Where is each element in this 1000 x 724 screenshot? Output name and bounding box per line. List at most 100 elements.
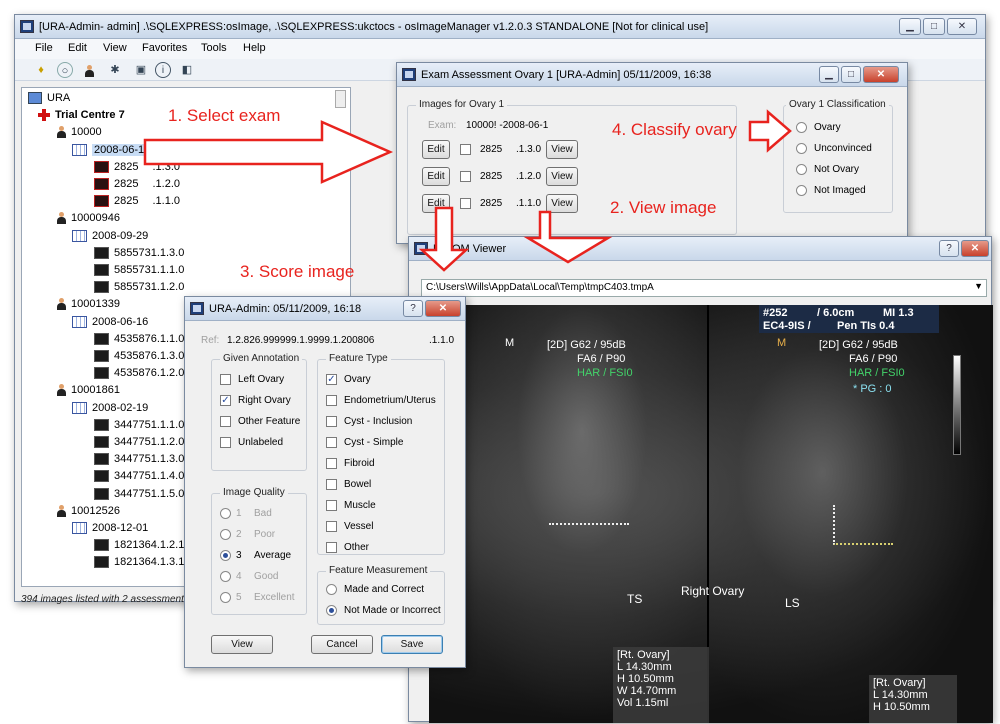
tree-scroll-thumb[interactable] bbox=[335, 90, 346, 108]
classification-radio[interactable] bbox=[796, 164, 807, 175]
image-quality-radio[interactable] bbox=[220, 550, 231, 561]
feature-type-checkbox[interactable] bbox=[326, 416, 337, 427]
menu-view[interactable]: View bbox=[103, 42, 127, 54]
classification-radio[interactable] bbox=[796, 185, 807, 196]
view-image-button[interactable]: View bbox=[546, 140, 578, 159]
lightbulb-icon[interactable]: ♦ bbox=[33, 62, 49, 78]
image-select-checkbox[interactable] bbox=[460, 144, 471, 155]
tree-image[interactable]: 4535876.1.3.0 bbox=[94, 348, 184, 364]
exam-title-bar[interactable]: Exam Assessment Ovary 1 [URA-Admin] 05/1… bbox=[397, 63, 907, 87]
dicom-close-button[interactable]: ✕ bbox=[961, 240, 989, 257]
label-ls: LS bbox=[785, 596, 800, 610]
classification-radio[interactable] bbox=[796, 143, 807, 154]
book-icon[interactable]: ◧ bbox=[179, 62, 195, 78]
main-title-bar[interactable]: [URA-Admin- admin] .\SQLEXPRESS:osImage,… bbox=[15, 15, 985, 39]
edit-button[interactable]: Edit bbox=[422, 194, 450, 213]
user-icon[interactable] bbox=[81, 62, 97, 78]
image-quality-radio[interactable] bbox=[220, 571, 231, 582]
view-button[interactable]: View bbox=[211, 635, 273, 654]
image-select-checkbox[interactable] bbox=[460, 198, 471, 209]
score-title-bar[interactable]: URA-Admin: 05/11/2009, 16:18 ? ✕ bbox=[185, 297, 465, 321]
tree-image[interactable]: 2825 .1.2.0 bbox=[94, 176, 180, 192]
given-annotation-checkbox[interactable] bbox=[220, 437, 231, 448]
exam-close-button[interactable]: ✕ bbox=[863, 66, 899, 83]
print-icon[interactable]: ▣ bbox=[133, 62, 149, 78]
tree-exam[interactable]: 2008-06-16 bbox=[72, 314, 148, 330]
feature-type-checkbox[interactable] bbox=[326, 437, 337, 448]
classification-radio[interactable] bbox=[796, 122, 807, 133]
tree-image[interactable]: 3447751.1.5.0 bbox=[94, 486, 184, 502]
menu-help[interactable]: Help bbox=[243, 42, 266, 54]
view-image-button[interactable]: View bbox=[546, 194, 578, 213]
exam-maximize-button[interactable]: □ bbox=[841, 66, 861, 83]
globe-icon[interactable]: ○ bbox=[57, 62, 73, 78]
tree-image[interactable]: 5855731.1.3.0 bbox=[94, 245, 184, 261]
feature-type-checkbox[interactable]: ✓ bbox=[326, 374, 337, 385]
ultrasound-image[interactable]: #252 / 6.0cm MI 1.3 EC4-9IS / Pen TIs 0.… bbox=[429, 305, 993, 723]
tree-image[interactable]: 4535876.1.2.0 bbox=[94, 365, 184, 381]
tree-root[interactable]: URA bbox=[28, 90, 70, 106]
dicom-title-bar[interactable]: DICOM Viewer ? ✕ bbox=[409, 237, 991, 261]
info-icon[interactable]: i bbox=[155, 62, 171, 78]
given-annotation-checkbox[interactable] bbox=[220, 416, 231, 427]
tree-exam[interactable]: 2008-09-29 bbox=[72, 228, 148, 244]
menu-file[interactable]: File bbox=[35, 42, 53, 54]
tree-image[interactable]: 3447751.1.3.0 bbox=[94, 451, 184, 467]
tree-exam[interactable]: 2008-12-01 bbox=[72, 520, 148, 536]
dicom-help-button[interactable]: ? bbox=[939, 240, 959, 257]
minimize-button[interactable]: ▁ bbox=[899, 18, 921, 35]
tree-image[interactable]: 5855731.1.1.0 bbox=[94, 262, 184, 278]
settings-icon[interactable]: ✱ bbox=[107, 62, 123, 78]
tree-image[interactable]: 4535876.1.1.0 bbox=[94, 331, 184, 347]
feature-type-checkbox[interactable] bbox=[326, 458, 337, 469]
tree-patient[interactable]: 10001861 bbox=[56, 382, 120, 398]
tree-exam[interactable]: 2008-06-1 bbox=[72, 142, 147, 158]
menu-tools[interactable]: Tools bbox=[201, 42, 227, 54]
tree-patient[interactable]: 10000 bbox=[56, 124, 102, 140]
tree-patient[interactable]: 10001339 bbox=[56, 296, 120, 312]
tree-image[interactable]: 3447751.1.4.0 bbox=[94, 468, 184, 484]
tree-image[interactable]: 3447751.1.1.0 bbox=[94, 417, 184, 433]
caliper-left bbox=[549, 523, 629, 525]
path-combobox[interactable]: C:\Users\Wills\AppData\Local\Temp\tmpC40… bbox=[421, 279, 987, 297]
image-quality-radio[interactable] bbox=[220, 508, 231, 519]
edit-button[interactable]: Edit bbox=[422, 140, 450, 159]
score-help-button[interactable]: ? bbox=[403, 300, 423, 317]
tree-image[interactable]: 3447751.1.2.0 bbox=[94, 434, 184, 450]
tree-image[interactable]: 1821364.1.2.1 bbox=[94, 537, 184, 553]
given-annotation-checkbox[interactable]: ✓ bbox=[220, 395, 231, 406]
menu-edit[interactable]: Edit bbox=[68, 42, 87, 54]
image-quality-radio[interactable] bbox=[220, 592, 231, 603]
edit-button[interactable]: Edit bbox=[422, 167, 450, 186]
feature-type-checkbox[interactable] bbox=[326, 479, 337, 490]
feature-type-checkbox[interactable] bbox=[326, 521, 337, 532]
menu-favorites[interactable]: Favorites bbox=[142, 42, 187, 54]
tree-centre[interactable]: Trial Centre 7 bbox=[38, 107, 125, 123]
tree-exam[interactable]: 2008-02-19 bbox=[72, 400, 148, 416]
feature-measurement-radio[interactable] bbox=[326, 584, 337, 595]
tree-image[interactable]: 5855731.1.2.0 bbox=[94, 279, 184, 295]
feature-type-checkbox[interactable] bbox=[326, 542, 337, 553]
feature-type-checkbox[interactable] bbox=[326, 500, 337, 511]
view-image-button[interactable]: View bbox=[546, 167, 578, 186]
image-quality-radio[interactable] bbox=[220, 529, 231, 540]
feature-measurement-group: Feature Measurement Made and Correct Not … bbox=[317, 565, 445, 625]
chevron-down-icon[interactable]: ▼ bbox=[974, 281, 983, 291]
tree-image[interactable]: 2825 .1.3.0 bbox=[94, 159, 180, 175]
save-button[interactable]: Save bbox=[381, 635, 443, 654]
close-button[interactable]: ✕ bbox=[947, 18, 977, 35]
exam-minimize-button[interactable]: ▁ bbox=[819, 66, 839, 83]
tree-patient[interactable]: 10000946 bbox=[56, 210, 120, 226]
tree-image[interactable]: 1821364.1.3.1 bbox=[94, 554, 184, 570]
maximize-button[interactable]: □ bbox=[923, 18, 945, 35]
cancel-button[interactable]: Cancel bbox=[311, 635, 373, 654]
feature-measurement-radio[interactable] bbox=[326, 605, 337, 616]
tree-image[interactable]: 2825 .1.1.0 bbox=[94, 193, 180, 209]
feature-type-checkbox[interactable] bbox=[326, 395, 337, 406]
image-select-checkbox[interactable] bbox=[460, 171, 471, 182]
score-close-button[interactable]: ✕ bbox=[425, 300, 461, 317]
tree-root-label: URA bbox=[47, 92, 71, 104]
given-annotation-checkbox[interactable] bbox=[220, 374, 231, 385]
tree-patient-label: 10012526 bbox=[71, 505, 120, 517]
tree-patient[interactable]: 10012526 bbox=[56, 503, 120, 519]
